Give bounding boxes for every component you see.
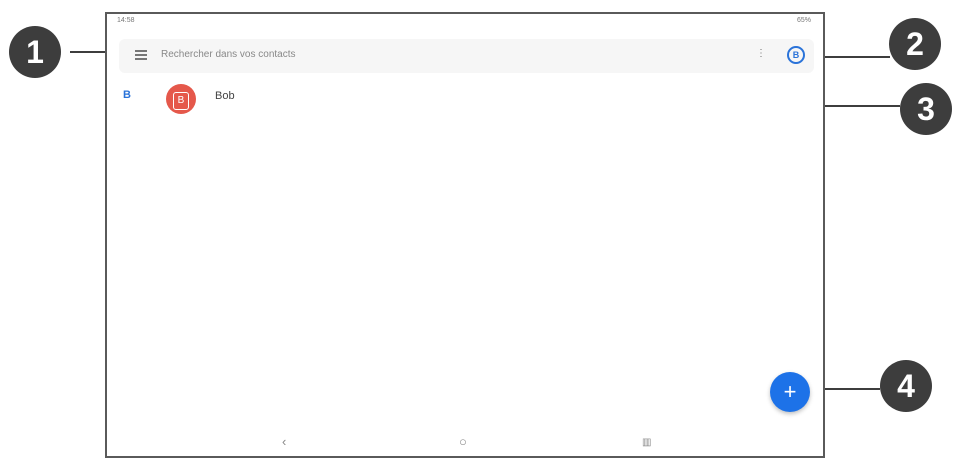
search-bar[interactable]: Rechercher dans vos contacts ⋮ B	[119, 39, 814, 73]
list-item[interactable]: B B Bob	[107, 82, 823, 114]
callout-3: 3	[900, 83, 952, 135]
account-icon[interactable]: B	[787, 46, 805, 64]
status-time: 14:58	[117, 17, 135, 24]
avatar: B	[166, 84, 196, 114]
back-icon[interactable]: ‹	[282, 434, 286, 449]
callout-2: 2	[889, 18, 941, 70]
home-icon[interactable]: ○	[459, 434, 467, 449]
contact-name[interactable]: Bob	[215, 90, 235, 102]
add-contact-button[interactable]: +	[770, 372, 810, 412]
tablet-screen: 14:58 65% Rechercher dans vos contacts ⋮…	[105, 12, 825, 458]
recents-icon[interactable]: ▥	[642, 437, 651, 448]
search-input[interactable]: Rechercher dans vos contacts	[161, 49, 296, 60]
section-letter: B	[123, 89, 131, 101]
avatar-letter: B	[173, 92, 189, 110]
more-options-icon[interactable]: ⋮	[756, 48, 766, 59]
menu-icon[interactable]	[135, 50, 147, 60]
status-battery: 65%	[796, 17, 811, 24]
callout-1: 1	[9, 26, 61, 78]
callout-4: 4	[880, 360, 932, 412]
